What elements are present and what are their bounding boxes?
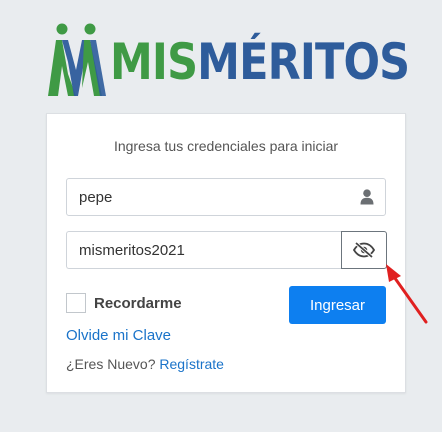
two-people-logo-icon: [48, 23, 106, 96]
forgot-password-link[interactable]: Olvide mi Clave: [66, 327, 171, 344]
remember-me[interactable]: Recordarme: [66, 292, 182, 314]
eye-slash-icon: [353, 242, 375, 258]
register-link[interactable]: Regístrate: [159, 356, 224, 372]
login-page: MISMÉRITOS Ingresa tus credenciales para…: [0, 0, 442, 432]
username-field[interactable]: [66, 178, 386, 216]
user-icon: [360, 189, 374, 205]
register-prompt: ¿Eres Nuevo? Regístrate: [66, 356, 224, 372]
password-input[interactable]: [67, 232, 361, 268]
brand-name-part1: MIS: [110, 33, 198, 91]
username-input[interactable]: [67, 179, 361, 215]
password-field[interactable]: [66, 231, 361, 269]
brand-name-part2: MÉRITOS: [197, 33, 410, 91]
new-user-text: ¿Eres Nuevo?: [66, 356, 156, 372]
login-button[interactable]: Ingresar: [289, 286, 386, 324]
brand-name: MISMÉRITOS: [110, 32, 410, 92]
login-card: Ingresa tus credenciales para iniciar Re…: [46, 113, 406, 393]
remember-label: Recordarme: [94, 294, 182, 312]
toggle-password-button[interactable]: [341, 231, 387, 269]
login-title: Ingresa tus credenciales para iniciar: [113, 138, 339, 154]
brand-logo: MISMÉRITOS: [46, 22, 410, 100]
remember-checkbox[interactable]: [66, 293, 86, 313]
